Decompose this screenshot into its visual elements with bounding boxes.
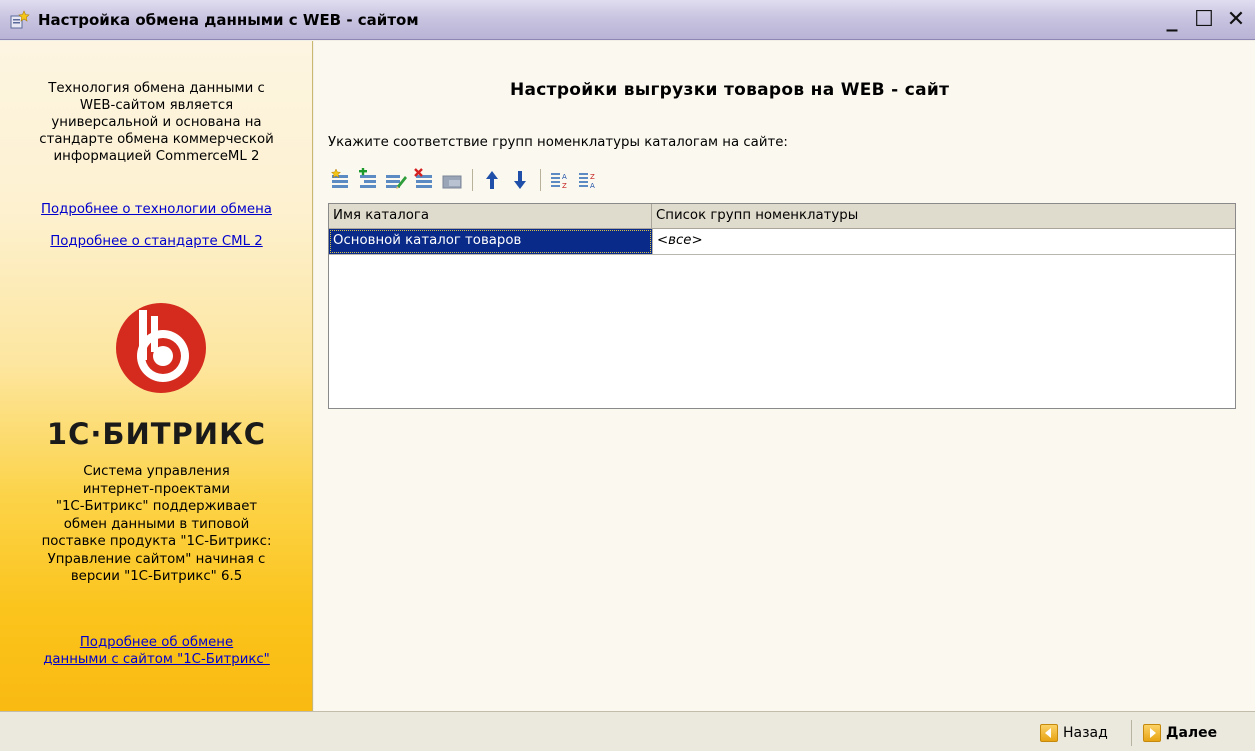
sidebar-description-line: поставке продукта "1С-Битрикс: (41, 534, 272, 549)
table-toolbar: A Z Z A (328, 163, 604, 197)
toolbar-separator (472, 169, 473, 191)
next-button-label: Далее (1166, 725, 1218, 741)
catalog-mapping-table[interactable]: Имя каталога Список групп номенклатуры О… (328, 203, 1236, 409)
bitrix-exchange-link[interactable]: Подробнее об обмене данными с сайтом "1С… (0, 634, 313, 668)
add-child-row-icon[interactable] (356, 167, 380, 192)
end-edit-icon[interactable] (440, 168, 464, 192)
sort-ascending-icon[interactable]: A Z (548, 168, 572, 192)
wizard-settings-icon (10, 9, 30, 30)
sidebar-intro-text: Технология обмена данными с WEB-сайтом я… (0, 80, 313, 165)
sidebar-description-line: "1С-Битрикс" поддерживает (55, 499, 258, 514)
sort-descending-icon[interactable]: Z A (576, 168, 600, 192)
table-row[interactable]: Основной каталог товаров <все> (329, 229, 1235, 255)
arrow-right-icon (1143, 724, 1161, 742)
sidebar-intro-line: стандарте обмена коммерческой (39, 132, 274, 147)
sidebar-description-line: версии "1С-Битрикс" 6.5 (70, 569, 243, 584)
sidebar-description-line: Управление сайтом" начиная с (47, 551, 266, 567)
cml2-standard-link[interactable]: Подробнее о стандарте CML 2 (0, 234, 313, 249)
sidebar-description-line: интернет-проектами (82, 481, 231, 497)
svg-text:A: A (590, 182, 595, 190)
bitrix-exchange-link-line[interactable]: данными с сайтом "1С-Битрикс" (0, 651, 313, 668)
svg-text:Z: Z (562, 182, 567, 190)
sidebar-intro-line: WEB-сайтом является (79, 98, 234, 113)
main-content: Настройки выгрузки товаров на WEB - сайт… (314, 41, 1255, 711)
bitrix-logo-icon (115, 302, 207, 394)
window-title: Настройка обмена данными с WEB - сайтом (38, 10, 419, 29)
close-button[interactable]: ✕ (1225, 6, 1247, 32)
sidebar-description-line: Система управления (83, 464, 230, 479)
sidebar-description: Система управления интернет-проектами "1… (0, 463, 313, 586)
wizard-footer: Назад Далее (0, 711, 1255, 751)
add-row-icon[interactable] (328, 168, 352, 192)
bitrix-logo-text: 1С·БИТРИКС (46, 417, 267, 451)
edit-row-icon[interactable] (384, 168, 408, 192)
column-header-catalog-name[interactable]: Имя каталога (329, 204, 652, 228)
catalog-name-cell[interactable]: Основной каталог товаров (329, 229, 652, 254)
page-heading: Настройки выгрузки товаров на WEB - сайт (510, 80, 950, 100)
svg-text:Z: Z (590, 173, 595, 181)
exchange-technology-link[interactable]: Подробнее о технологии обмена (0, 202, 313, 217)
back-button[interactable]: Назад (1040, 722, 1108, 744)
info-sidebar: Технология обмена данными с WEB-сайтом я… (0, 41, 313, 711)
column-header-item-groups[interactable]: Список групп номенклатуры (652, 204, 1235, 228)
toolbar-separator (540, 169, 541, 191)
move-up-icon[interactable] (480, 168, 504, 192)
delete-row-icon[interactable] (412, 168, 436, 192)
sidebar-intro-line: Технология обмена данными с (48, 81, 265, 96)
table-header: Имя каталога Список групп номенклатуры (329, 204, 1235, 229)
minimize-button[interactable]: _ (1161, 6, 1183, 32)
sidebar-intro-line: информацией CommerceML 2 (53, 149, 260, 164)
sidebar-intro-line: универсальной и основана на (51, 115, 262, 130)
back-button-label: Назад (1063, 725, 1108, 741)
svg-text:A: A (562, 173, 567, 181)
maximize-button[interactable]: ☐ (1193, 6, 1215, 32)
next-button[interactable]: Далее (1143, 722, 1217, 744)
move-down-icon[interactable] (508, 168, 532, 192)
bitrix-exchange-link-line[interactable]: Подробнее об обмене (0, 634, 313, 651)
footer-separator (1131, 720, 1132, 746)
sidebar-description-line: обмен данными в типовой (63, 516, 250, 532)
window-title-bar: Настройка обмена данными с WEB - сайтом … (0, 0, 1255, 40)
item-groups-cell[interactable]: <все> (652, 229, 1235, 254)
arrow-left-icon (1040, 724, 1058, 742)
instruction-text: Укажите соответствие групп номенклатуры … (328, 135, 788, 150)
